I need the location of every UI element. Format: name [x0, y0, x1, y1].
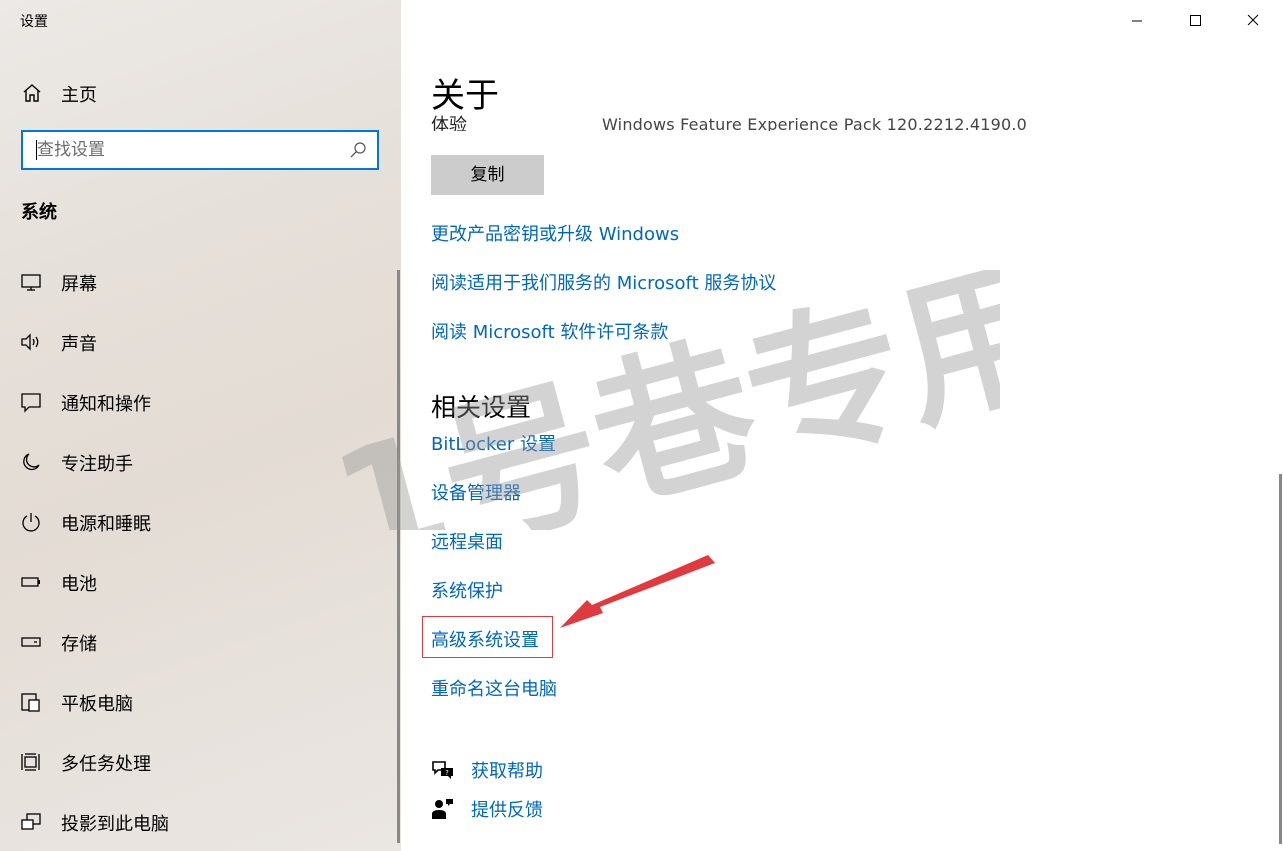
copy-button[interactable]: 复制	[431, 155, 544, 195]
feedback-label: 提供反馈	[471, 800, 543, 821]
nav-home-label: 主页	[61, 85, 97, 106]
related-settings-title: 相关设置	[431, 393, 532, 422]
close-button[interactable]	[1230, 0, 1276, 42]
section-title: 系统	[21, 202, 57, 223]
monitor-icon	[21, 274, 41, 291]
sidebar-item-focus-assist[interactable]: 专注助手	[0, 440, 395, 484]
minimize-icon	[1132, 20, 1142, 22]
maximize-button[interactable]	[1172, 0, 1218, 42]
sidebar-item-label: 电源和睡眠	[61, 514, 151, 535]
page-title: 关于	[431, 76, 499, 116]
annotation-highlight-box	[422, 616, 553, 658]
link-device-manager[interactable]: 设备管理器	[431, 479, 521, 505]
moon-icon	[23, 453, 40, 471]
sidebar-item-label: 屏幕	[61, 274, 97, 295]
sidebar-item-label: 电池	[61, 574, 97, 595]
sidebar: 设置 主页 系统 屏幕 声音 通知和操作 专注助手 电源和睡眠 电池 存储 平板…	[0, 0, 401, 851]
tablet-icon	[21, 693, 40, 712]
notification-icon	[21, 393, 41, 413]
app-title: 设置	[20, 14, 48, 30]
sidebar-item-label: 通知和操作	[61, 394, 151, 415]
search-icon[interactable]	[349, 141, 367, 159]
sidebar-item-label: 声音	[61, 334, 97, 355]
link-system-protection[interactable]: 系统保护	[431, 577, 503, 603]
minimize-button[interactable]	[1114, 0, 1160, 42]
home-icon	[23, 84, 41, 102]
storage-icon	[21, 637, 41, 647]
nav-home[interactable]: 主页	[0, 72, 401, 112]
help-chat-icon: ?	[432, 761, 453, 779]
project-icon	[21, 813, 41, 830]
sidebar-item-multitasking[interactable]: 多任务处理	[0, 740, 395, 784]
link-change-product-key[interactable]: 更改产品密钥或升级 Windows	[431, 220, 679, 246]
spec-value: Windows Feature Experience Pack 120.2212…	[602, 115, 1028, 131]
link-bitlocker[interactable]: BitLocker 设置	[431, 430, 556, 456]
sidebar-item-storage[interactable]: 存储	[0, 620, 395, 664]
close-icon	[1247, 14, 1259, 26]
sidebar-item-label: 存储	[61, 634, 97, 655]
power-icon	[22, 513, 40, 532]
search-box[interactable]	[21, 130, 379, 170]
sidebar-item-notifications[interactable]: 通知和操作	[0, 380, 395, 424]
sidebar-item-tablet[interactable]: 平板电脑	[0, 680, 395, 724]
sidebar-item-display[interactable]: 屏幕	[0, 260, 395, 304]
sidebar-item-label: 多任务处理	[61, 754, 151, 775]
sidebar-item-label: 平板电脑	[61, 694, 133, 715]
sidebar-item-label: 投影到此电脑	[61, 814, 169, 835]
sidebar-item-power-sleep[interactable]: 电源和睡眠	[0, 500, 395, 544]
link-license-terms[interactable]: 阅读 Microsoft 软件许可条款	[431, 318, 668, 344]
link-rename-pc[interactable]: 重命名这台电脑	[431, 675, 557, 701]
multitask-icon	[21, 753, 40, 771]
main-content: 关于 体验 Windows Feature Experience Pack 12…	[401, 0, 1283, 851]
feedback-icon	[432, 799, 453, 819]
sidebar-item-sound[interactable]: 声音	[0, 320, 395, 364]
maximize-icon	[1190, 15, 1201, 26]
sidebar-scrollbar[interactable]	[397, 270, 400, 843]
sidebar-item-label: 专注助手	[61, 454, 133, 475]
text-caret	[36, 140, 37, 160]
search-input[interactable]	[23, 132, 357, 168]
sidebar-item-battery[interactable]: 电池	[0, 560, 395, 604]
spec-label: 体验	[431, 115, 467, 131]
svg-text:?: ?	[445, 769, 449, 777]
link-remote-desktop[interactable]: 远程桌面	[431, 528, 503, 554]
link-service-agreement[interactable]: 阅读适用于我们服务的 Microsoft 服务协议	[431, 269, 776, 295]
speaker-icon	[21, 333, 39, 351]
get-help-label: 获取帮助	[471, 761, 543, 782]
sidebar-item-project[interactable]: 投影到此电脑	[0, 800, 395, 844]
main-scrollbar[interactable]	[1279, 474, 1282, 844]
battery-icon	[21, 577, 40, 587]
